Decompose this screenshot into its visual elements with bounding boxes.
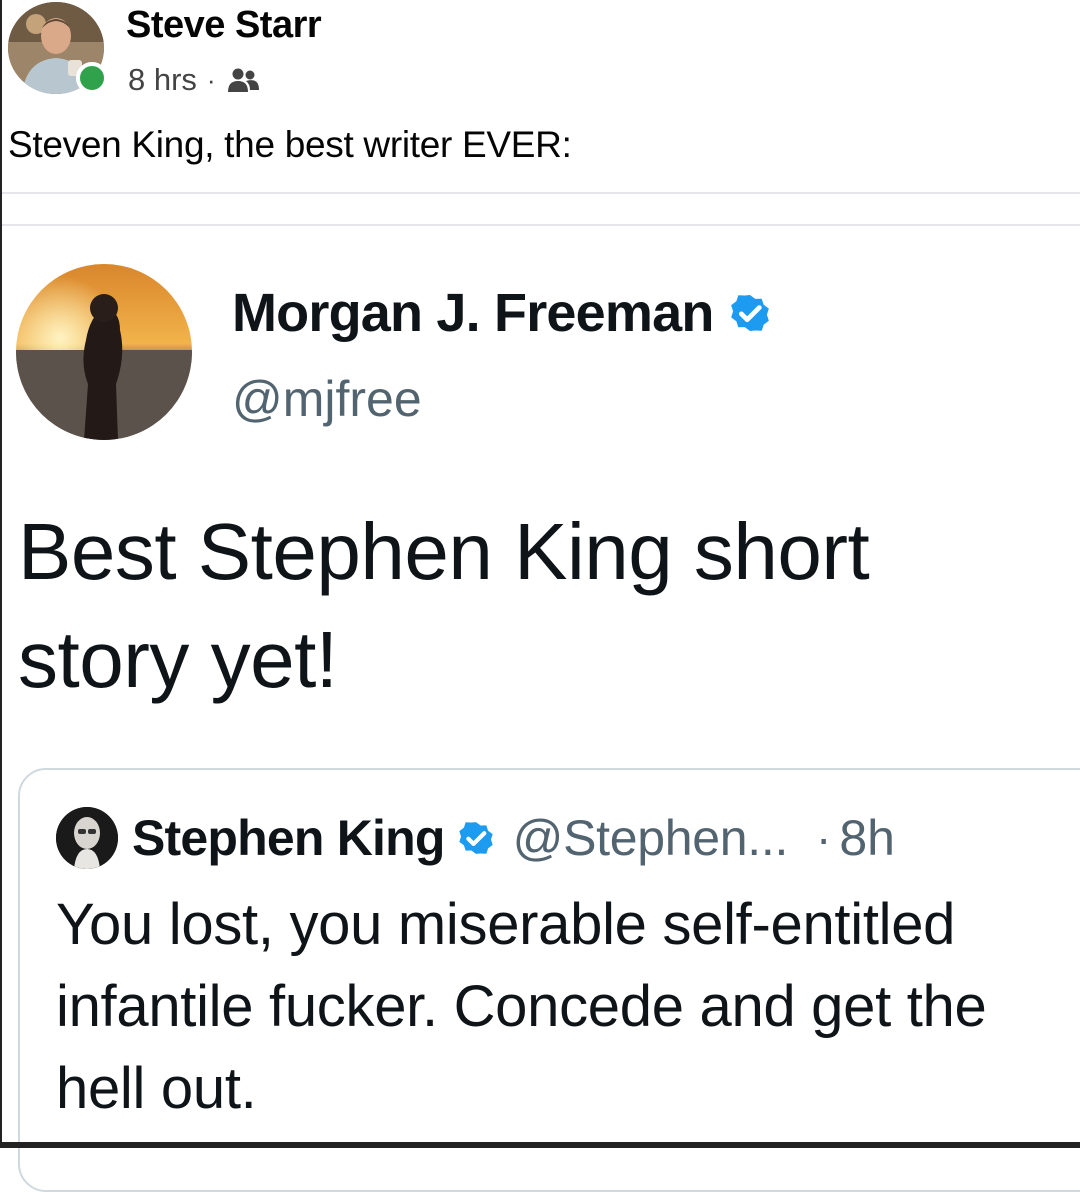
- post-caption: Steven King, the best writer EVER:: [8, 124, 572, 165]
- tweet-author-handle[interactable]: @mjfree: [232, 370, 422, 428]
- post-time[interactable]: 8 hrs: [128, 62, 197, 98]
- quoted-author-name[interactable]: Stephen King: [132, 809, 445, 867]
- quoted-tweet-time[interactable]: 8h: [839, 809, 895, 867]
- quoted-author-handle[interactable]: @Stephen...: [513, 809, 789, 867]
- post-author-name[interactable]: Steve Starr: [126, 4, 322, 47]
- divider: [2, 224, 1080, 226]
- tweet-author-name-text: Morgan J. Freeman: [232, 283, 714, 343]
- quoted-tweet-header: Stephen King @Stephen... · 8h: [56, 806, 895, 870]
- verified-badge-icon: [730, 295, 769, 331]
- quoted-author-avatar[interactable]: [56, 807, 118, 869]
- tweet-text: Best Stephen King short story yet!: [18, 507, 870, 704]
- left-edge-divider: [0, 0, 2, 1148]
- friends-icon[interactable]: [226, 66, 260, 94]
- quoted-meta-separator: ·: [816, 812, 832, 864]
- quoted-tweet-text: You lost, you miserable self-entitled in…: [56, 892, 987, 1121]
- meta-separator: ·: [206, 64, 216, 95]
- post-meta: 8 hrs ·: [128, 62, 260, 98]
- tweet-author-avatar[interactable]: [16, 264, 192, 440]
- verified-badge-icon: [458, 822, 493, 854]
- screenshot: Steve Starr 8 hrs · Steven King, the bes…: [0, 0, 1080, 1192]
- divider: [2, 192, 1080, 194]
- bottom-edge-divider: [0, 1142, 1080, 1148]
- online-status-dot: [76, 62, 108, 94]
- tweet-author-name[interactable]: Morgan J. Freeman: [232, 282, 776, 344]
